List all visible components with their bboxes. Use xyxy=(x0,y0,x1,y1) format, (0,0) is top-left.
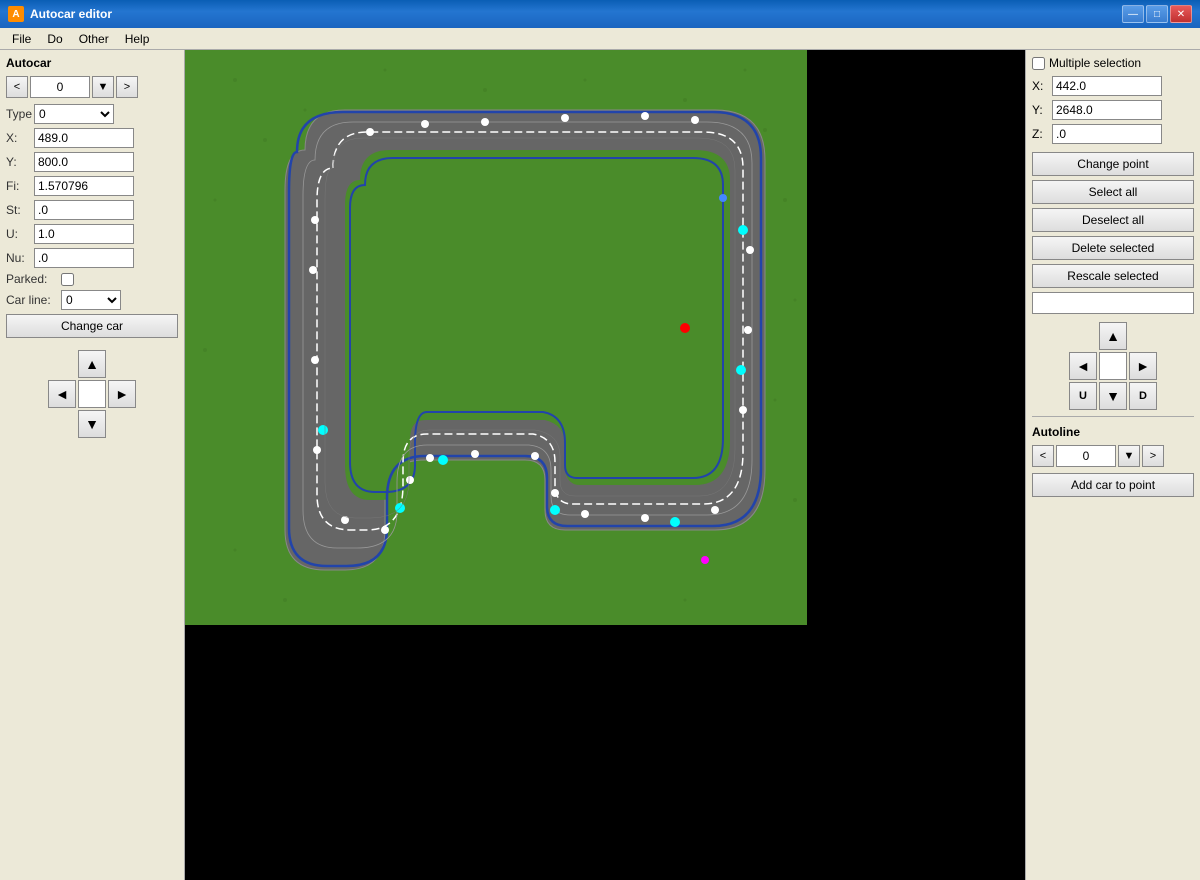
car-line-select[interactable]: 0 1 2 xyxy=(61,290,121,310)
autoline-next-button[interactable]: > xyxy=(1142,445,1164,467)
deselect-all-button[interactable]: Deselect all xyxy=(1032,208,1194,232)
autocar-section-title: Autocar xyxy=(6,56,178,70)
right-nav-center xyxy=(1099,352,1127,380)
fi-input[interactable] xyxy=(34,176,134,196)
nav-center-display xyxy=(78,380,106,408)
spinner-next-button[interactable]: > xyxy=(116,76,138,98)
type-row: Type 0 1 2 xyxy=(6,104,178,124)
nu-label: Nu: xyxy=(6,251,34,265)
x-label: X: xyxy=(6,131,34,145)
y-label: Y: xyxy=(6,155,34,169)
u-label: U: xyxy=(6,227,34,241)
parked-row: Parked: xyxy=(6,272,178,286)
right-nav-pad: ▲ ◄ ► U ▼ D xyxy=(1056,322,1171,410)
maximize-button[interactable]: □ xyxy=(1146,5,1168,23)
u-row: U: xyxy=(6,224,178,244)
parked-checkbox[interactable] xyxy=(61,273,74,286)
rescale-value-input[interactable] xyxy=(1032,292,1194,314)
spinner-prev-button[interactable]: < xyxy=(6,76,28,98)
autoline-dropdown-button[interactable]: ▼ xyxy=(1118,445,1140,467)
right-panel: Multiple selection X: Y: Z: Change point… xyxy=(1025,50,1200,880)
left-panel: Autocar < ▼ > Type 0 1 2 X: Y: xyxy=(0,50,185,880)
right-nav-up-button[interactable]: ▲ xyxy=(1099,322,1127,350)
change-car-button[interactable]: Change car xyxy=(6,314,178,338)
right-y-row: Y: xyxy=(1032,100,1194,120)
title-bar-title: Autocar editor xyxy=(30,7,1122,21)
x-input[interactable] xyxy=(34,128,134,148)
st-row: St: xyxy=(6,200,178,220)
title-bar: A Autocar editor — □ ✕ xyxy=(0,0,1200,28)
y-input[interactable] xyxy=(34,152,134,172)
autocar-spinner-row: < ▼ > xyxy=(6,76,178,98)
right-nav-u-button[interactable]: U xyxy=(1069,382,1097,410)
fi-row: Fi: xyxy=(6,176,178,196)
divider xyxy=(1032,416,1194,417)
multiple-selection-row: Multiple selection xyxy=(1032,56,1194,70)
right-x-input[interactable] xyxy=(1052,76,1162,96)
autoline-prev-button[interactable]: < xyxy=(1032,445,1054,467)
right-z-label: Z: xyxy=(1032,127,1052,141)
st-input[interactable] xyxy=(34,200,134,220)
u-input[interactable] xyxy=(34,224,134,244)
menu-do[interactable]: Do xyxy=(39,30,70,48)
right-y-input[interactable] xyxy=(1052,100,1162,120)
right-y-label: Y: xyxy=(1032,103,1052,117)
fi-label: Fi: xyxy=(6,179,34,193)
autoline-spinner-row: < ▼ > xyxy=(1032,445,1194,467)
right-x-label: X: xyxy=(1032,79,1052,93)
main-layout: Autocar < ▼ > Type 0 1 2 X: Y: xyxy=(0,50,1200,880)
right-nav-down-button[interactable]: ▼ xyxy=(1099,382,1127,410)
autoline-section: Autoline < ▼ > Add car to point xyxy=(1032,425,1194,501)
right-x-row: X: xyxy=(1032,76,1194,96)
nav-left-button[interactable]: ◄ xyxy=(48,380,76,408)
type-select[interactable]: 0 1 2 xyxy=(34,104,114,124)
app-icon: A xyxy=(8,6,24,22)
right-z-row: Z: xyxy=(1032,124,1194,144)
center-content xyxy=(185,50,1025,880)
right-nav-d-button[interactable]: D xyxy=(1129,382,1157,410)
st-label: St: xyxy=(6,203,34,217)
menu-other[interactable]: Other xyxy=(71,30,117,48)
nav-pad: ▲ ◄ ► ▼ xyxy=(32,350,152,438)
track-viewport[interactable] xyxy=(185,50,807,625)
minimize-button[interactable]: — xyxy=(1122,5,1144,23)
x-row: X: xyxy=(6,128,178,148)
add-car-to-point-button[interactable]: Add car to point xyxy=(1032,473,1194,497)
parked-label: Parked: xyxy=(6,272,61,286)
delete-selected-button[interactable]: Delete selected xyxy=(1032,236,1194,260)
right-z-input[interactable] xyxy=(1052,124,1162,144)
car-line-row: Car line: 0 1 2 xyxy=(6,290,178,310)
multiple-selection-checkbox[interactable] xyxy=(1032,57,1045,70)
rescale-selected-button[interactable]: Rescale selected xyxy=(1032,264,1194,288)
menu-help[interactable]: Help xyxy=(117,30,158,48)
right-nav-left-button[interactable]: ◄ xyxy=(1069,352,1097,380)
window-controls: — □ ✕ xyxy=(1122,5,1192,23)
nu-row: Nu: xyxy=(6,248,178,268)
change-point-button[interactable]: Change point xyxy=(1032,152,1194,176)
nav-down-button[interactable]: ▼ xyxy=(78,410,106,438)
multiple-selection-label: Multiple selection xyxy=(1049,56,1141,70)
close-button[interactable]: ✕ xyxy=(1170,5,1192,23)
spinner-value-input[interactable] xyxy=(30,76,90,98)
y-row: Y: xyxy=(6,152,178,172)
nav-up-button[interactable]: ▲ xyxy=(78,350,106,378)
menu-file[interactable]: File xyxy=(4,30,39,48)
nu-input[interactable] xyxy=(34,248,134,268)
type-label: Type xyxy=(6,107,34,121)
menu-bar: File Do Other Help xyxy=(0,28,1200,50)
track-canvas xyxy=(185,50,807,625)
car-line-label: Car line: xyxy=(6,293,61,307)
autoline-value-input[interactable] xyxy=(1056,445,1116,467)
autoline-title: Autoline xyxy=(1032,425,1194,439)
right-nav-right-button[interactable]: ► xyxy=(1129,352,1157,380)
nav-right-button[interactable]: ► xyxy=(108,380,136,408)
spinner-dropdown-button[interactable]: ▼ xyxy=(92,76,114,98)
select-all-button[interactable]: Select all xyxy=(1032,180,1194,204)
